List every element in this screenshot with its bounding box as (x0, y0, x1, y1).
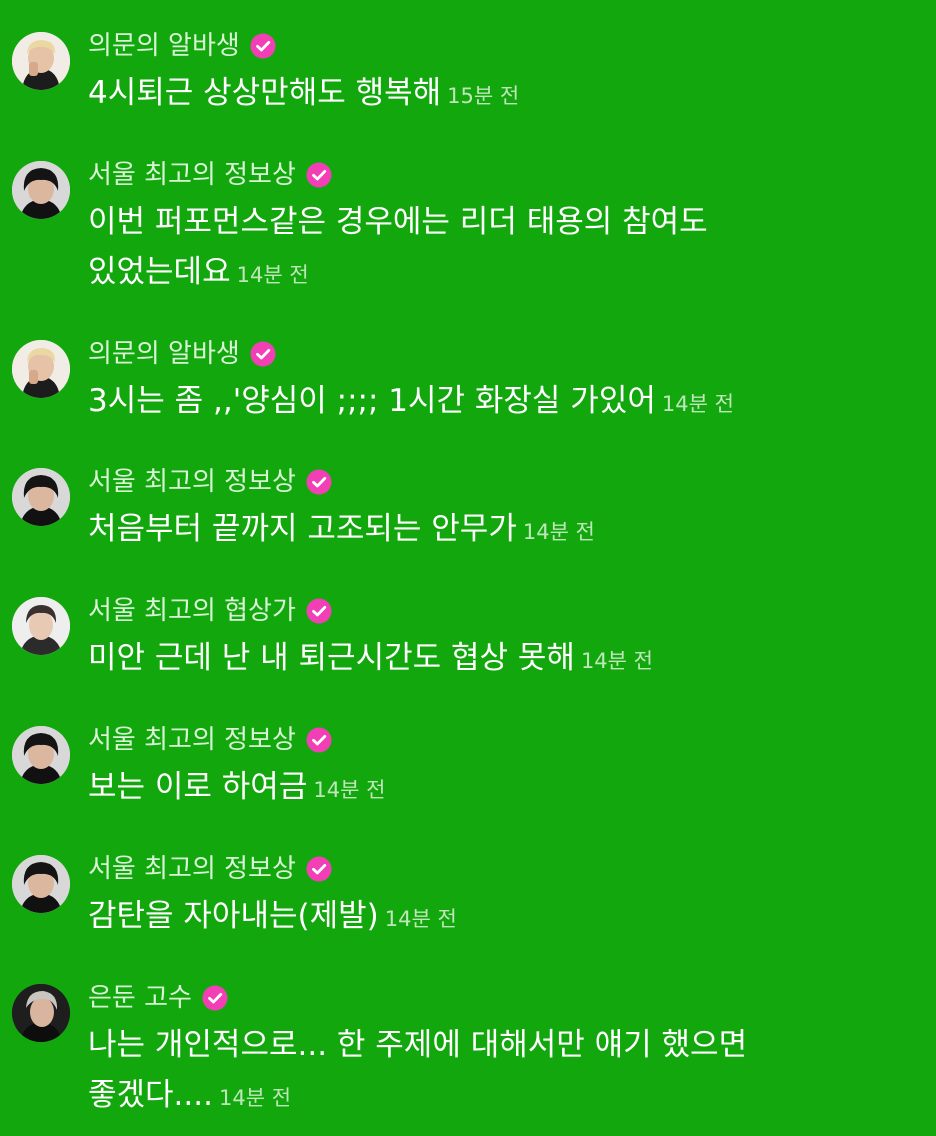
avatar[interactable] (12, 161, 70, 219)
timestamp: 14분 전 (522, 520, 595, 544)
avatar-image (12, 32, 70, 90)
message-text: 4시퇴근 상상만해도 행복해 (88, 75, 442, 111)
username[interactable]: 서울 최고의 정보상 (88, 464, 296, 500)
username[interactable]: 의문의 알바생 (88, 28, 240, 64)
avatar[interactable] (12, 340, 70, 398)
timestamp: 14분 전 (661, 392, 734, 416)
username[interactable]: 서울 최고의 협상가 (88, 593, 296, 629)
avatar[interactable] (12, 855, 70, 913)
timestamp: 14분 전 (580, 649, 653, 673)
timestamp: 14분 전 (313, 778, 386, 802)
avatar-image (12, 468, 70, 526)
verified-check-icon (306, 469, 332, 495)
message-text: 나는 개인적으로... 한 주제에 대해서만 얘기 했으면 좋겠다.... (88, 1027, 748, 1113)
timestamp: 15분 전 (447, 84, 520, 108)
timestamp: 14분 전 (218, 1086, 292, 1110)
message-text: 3시는 좀 ,,'양심이 ;;;; 1시간 화장실 가있어 (88, 383, 656, 419)
username[interactable]: 서울 최고의 정보상 (88, 851, 296, 887)
verified-check-icon (306, 727, 332, 753)
avatar-image (12, 984, 70, 1042)
avatar[interactable] (12, 468, 70, 526)
avatar-image (12, 726, 70, 784)
verified-check-icon (306, 162, 332, 188)
message-text: 보는 이로 하여금 (88, 769, 308, 805)
message-text: 감탄을 자아내는(제발) (88, 898, 379, 934)
avatar-image (12, 340, 70, 398)
message-text: 처음부터 끝까지 고조되는 안무가 (88, 511, 517, 547)
verified-check-icon (250, 33, 276, 59)
avatar[interactable] (12, 726, 70, 784)
verified-check-icon (202, 985, 228, 1011)
username[interactable]: 서울 최고의 정보상 (88, 722, 296, 758)
username[interactable]: 서울 최고의 정보상 (88, 157, 296, 193)
timestamp: 14분 전 (384, 907, 457, 931)
avatar-image (12, 161, 70, 219)
timestamp: 14분 전 (236, 263, 309, 287)
avatar[interactable] (12, 984, 70, 1042)
avatar[interactable] (12, 32, 70, 90)
avatar-image (12, 855, 70, 913)
avatar[interactable] (12, 597, 70, 655)
verified-check-icon (250, 341, 276, 367)
avatar-image (12, 597, 70, 655)
message-text: 미안 근데 난 내 퇴근시간도 협상 못해 (88, 640, 575, 676)
message-text: 이번 퍼포먼스같은 경우에는 리더 태용의 참여도 있었는데요 (88, 204, 708, 290)
username[interactable]: 의문의 알바생 (88, 336, 240, 372)
username[interactable]: 은둔 고수 (88, 980, 192, 1016)
verified-check-icon (306, 856, 332, 882)
verified-check-icon (306, 598, 332, 624)
chat-message-list: 의문의 알바생 4시퇴근 상상만해도 행복해15분 전 서울 최고의 정보상 (0, 0, 936, 1136)
